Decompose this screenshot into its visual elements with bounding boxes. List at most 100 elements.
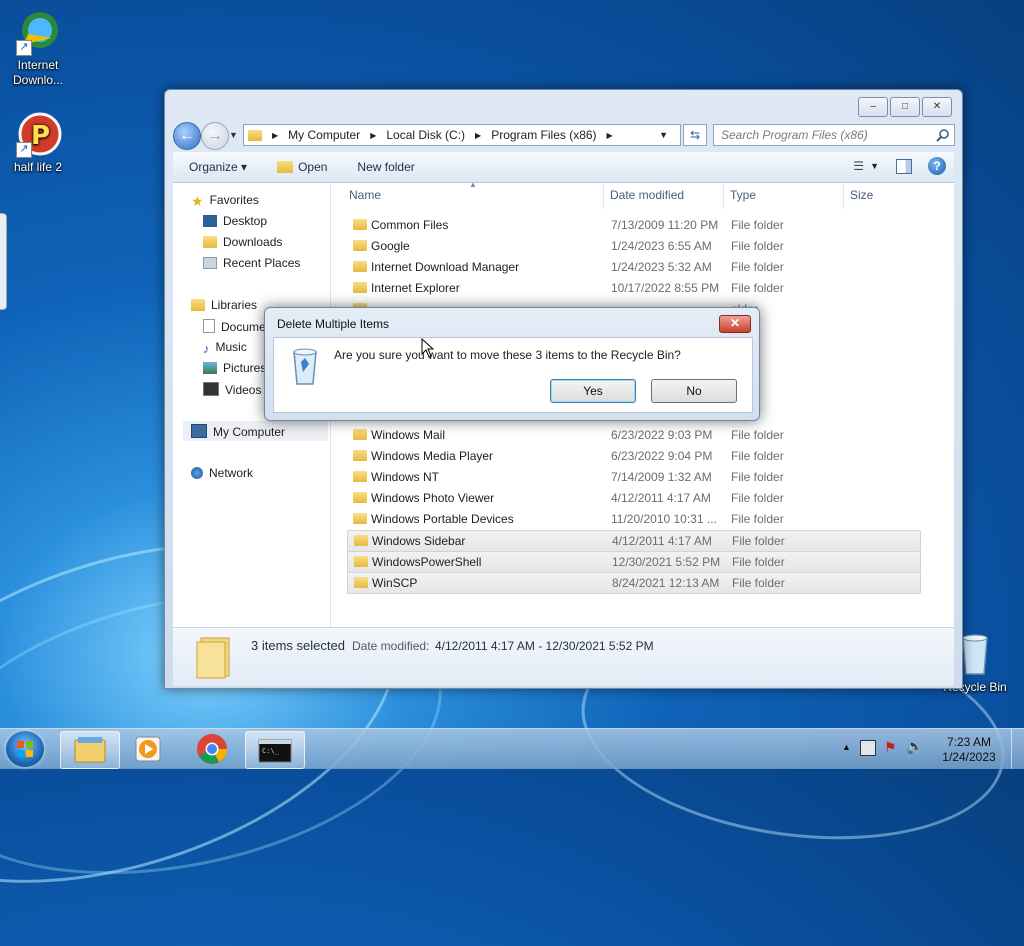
- selection-count: 3 items selected: [251, 638, 345, 653]
- refresh-button[interactable]: ⇆: [683, 124, 707, 146]
- maximize-button[interactable]: □: [890, 97, 920, 117]
- column-header-name[interactable]: Name: [349, 188, 381, 202]
- file-type: File folder: [731, 260, 784, 274]
- clock[interactable]: 7:23 AM 1/24/2023: [934, 735, 1004, 765]
- open-folder-icon: [277, 161, 294, 173]
- folder-icon: [354, 577, 368, 588]
- recent-pages-dropdown[interactable]: ▼: [229, 130, 238, 140]
- nav-pictures[interactable]: Pictures: [203, 361, 266, 375]
- show-hidden-icons-icon[interactable]: ▲: [842, 742, 851, 752]
- breadcrumb-my-computer[interactable]: My Computer: [288, 128, 360, 142]
- yes-button[interactable]: Yes: [550, 379, 636, 403]
- start-button[interactable]: [6, 731, 44, 767]
- file-name: Common Files: [371, 218, 449, 232]
- music-icon: ♪: [203, 341, 210, 356]
- help-icon[interactable]: ?: [928, 157, 946, 175]
- nav-network[interactable]: Network: [191, 466, 253, 480]
- address-dropdown-icon[interactable]: ▼: [659, 130, 668, 140]
- file-row[interactable]: Windows Photo Viewer 4/12/2011 4:17 AM Fil…: [347, 488, 919, 508]
- svg-text:P: P: [31, 121, 50, 151]
- file-name: Google: [371, 239, 410, 253]
- forward-button[interactable]: →: [201, 122, 229, 150]
- date-modified-range: 4/12/2011 4:17 AM - 12/30/2021 5:52 PM: [435, 639, 654, 653]
- taskbar-explorer-button[interactable]: [60, 731, 120, 769]
- mouse-cursor-icon: [421, 338, 435, 358]
- file-row[interactable]: Internet Download Manager 1/24/2023 5:32 …: [347, 257, 919, 277]
- taskbar-media-player-button[interactable]: [120, 731, 178, 767]
- file-row[interactable]: Common Files 7/13/2009 11:20 PM File folde…: [347, 215, 919, 235]
- column-divider[interactable]: [723, 183, 724, 209]
- desktop-icon-half-life-2[interactable]: P ↗ half life 2: [3, 110, 73, 175]
- search-input[interactable]: Search Program Files (x86): [721, 128, 868, 142]
- back-button[interactable]: ←: [173, 122, 201, 150]
- column-divider[interactable]: [603, 183, 604, 209]
- taskbar-chrome-button[interactable]: [183, 731, 241, 767]
- file-row[interactable]: Windows NT 7/14/2009 1:32 AM File folder: [347, 467, 919, 487]
- no-button[interactable]: No: [651, 379, 737, 403]
- nav-videos[interactable]: Videos: [203, 382, 261, 397]
- nav-libraries[interactable]: Libraries: [191, 298, 257, 312]
- breadcrumb-separator-icon[interactable]: ▶: [272, 131, 278, 140]
- half-life-icon: P ↗: [14, 110, 62, 158]
- file-row[interactable]: Google 1/24/2023 6:55 AM File folder: [347, 236, 919, 256]
- preview-pane-icon[interactable]: [896, 159, 912, 174]
- view-dropdown-icon[interactable]: ▼: [870, 161, 879, 171]
- column-divider[interactable]: [843, 183, 844, 209]
- breadcrumb-local-disk[interactable]: Local Disk (C:): [386, 128, 465, 142]
- idm-icon: ↗: [14, 8, 62, 56]
- file-row[interactable]: WindowsPowerShell 12/30/2021 5:52 PM File …: [347, 551, 921, 573]
- file-row[interactable]: WinSCP 8/24/2021 12:13 AM File folder: [347, 572, 921, 594]
- taskbar: C:\_ ▲ ⚑ 🔈 7:23 AM 1/24/2023: [0, 728, 1024, 769]
- breadcrumb-program-files[interactable]: Program Files (x86): [491, 128, 596, 142]
- nav-recent-places[interactable]: Recent Places: [203, 256, 300, 270]
- column-header-type[interactable]: Type: [730, 188, 756, 202]
- nav-favorites[interactable]: ★ Favorites: [191, 193, 259, 209]
- folder-icon: [353, 261, 367, 272]
- view-options-icon[interactable]: ☰: [853, 159, 864, 173]
- breadcrumb-separator-icon[interactable]: ▶: [475, 131, 481, 140]
- nav-documents[interactable]: Docume: [203, 319, 266, 334]
- minimize-button[interactable]: ‒: [858, 97, 888, 117]
- open-button[interactable]: Open: [298, 160, 327, 174]
- nav-my-computer[interactable]: My Computer: [191, 424, 285, 439]
- nav-downloads[interactable]: Downloads: [203, 235, 282, 249]
- close-button[interactable]: ✕: [922, 97, 952, 117]
- volume-icon[interactable]: 🔈: [906, 738, 923, 755]
- file-row[interactable]: Windows Mail 6/23/2022 9:03 PM File folder: [347, 425, 919, 445]
- date-modified-label: Date modified:: [352, 639, 430, 653]
- file-row[interactable]: Windows Sidebar 4/12/2011 4:17 AM File fol…: [347, 530, 921, 552]
- network-status-icon[interactable]: [860, 740, 876, 756]
- column-header-date[interactable]: Date modified: [610, 188, 684, 202]
- desktop-icon-idm[interactable]: ↗ Internet Downlo...: [3, 8, 73, 88]
- recent-places-icon: [203, 257, 217, 269]
- media-player-icon: [135, 736, 161, 762]
- dialog-close-button[interactable]: ✕: [719, 315, 751, 333]
- nav-desktop[interactable]: Desktop: [203, 214, 267, 228]
- file-row[interactable]: Windows Portable Devices 11/20/2010 10:31…: [347, 509, 919, 529]
- file-type: File folder: [731, 449, 784, 463]
- dialog-title: Delete Multiple Items: [277, 317, 390, 331]
- file-row[interactable]: Internet Explorer 10/17/2022 8:55 PM File …: [347, 278, 919, 298]
- file-name: Windows Media Player: [371, 449, 494, 463]
- column-header-size[interactable]: Size: [850, 188, 873, 202]
- file-date: 11/20/2010 10:31 ...: [611, 512, 717, 526]
- organize-menu[interactable]: Organize ▾: [189, 160, 247, 174]
- new-folder-button[interactable]: New folder: [357, 160, 414, 174]
- action-center-flag-icon[interactable]: ⚑: [884, 739, 897, 756]
- breadcrumb-separator-icon[interactable]: ▶: [370, 131, 376, 140]
- file-name: Windows NT: [371, 470, 440, 484]
- system-tray: ▲ ⚑ 🔈 7:23 AM 1/24/2023: [838, 729, 1018, 769]
- file-type: File folder: [731, 512, 784, 526]
- file-date: 8/24/2021 12:13 AM: [612, 576, 720, 590]
- nav-music[interactable]: ♪ Music: [203, 340, 247, 356]
- delete-dialog: Delete Multiple Items ✕ Are you sure you…: [264, 307, 760, 421]
- file-date: 7/13/2009 11:20 PM: [611, 218, 719, 232]
- show-desktop-button[interactable]: [1011, 729, 1024, 769]
- breadcrumb-separator-icon[interactable]: ▶: [607, 131, 613, 140]
- search-box[interactable]: Search Program Files (x86): [713, 124, 955, 146]
- file-row[interactable]: Windows Media Player 6/23/2022 9:04 PM Fil…: [347, 446, 919, 466]
- cmd-icon: C:\_: [258, 739, 292, 763]
- taskbar-cmd-button[interactable]: C:\_: [245, 731, 305, 769]
- file-type: File folder: [731, 428, 784, 442]
- address-bar[interactable]: ▶ My Computer ▶ Local Disk (C:) ▶ Progra…: [243, 124, 681, 146]
